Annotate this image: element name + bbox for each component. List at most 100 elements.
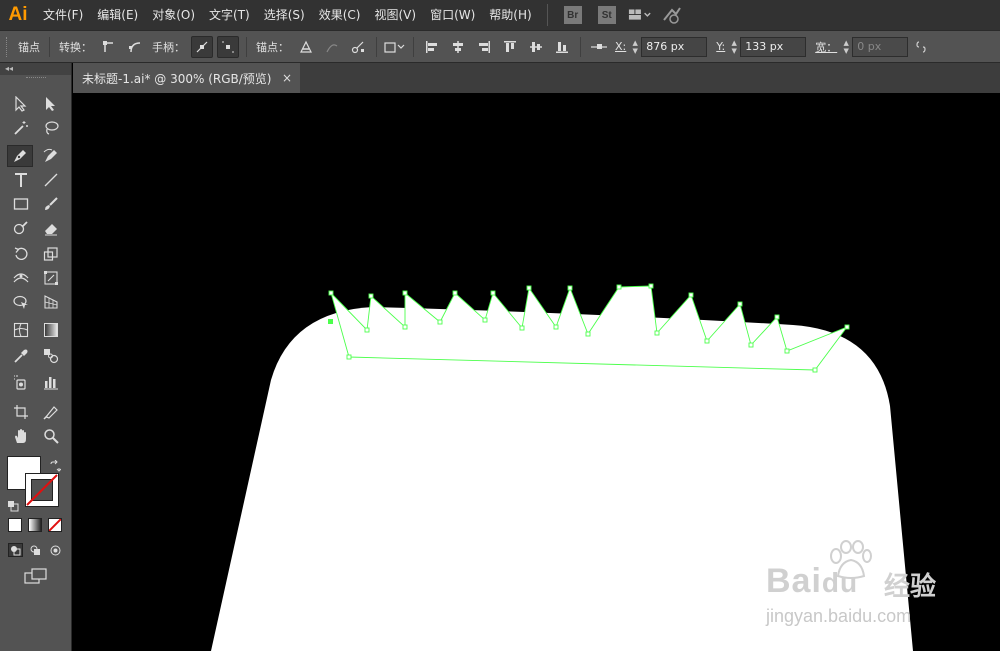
connect-anchor-icon[interactable] xyxy=(321,36,343,58)
close-tab-icon[interactable]: × xyxy=(282,71,292,85)
blend-tool-icon[interactable] xyxy=(38,345,64,367)
swap-fill-stroke-icon[interactable] xyxy=(49,457,62,476)
document-tab-title: 未标题-1.ai* @ 300% (RGB/预览) xyxy=(82,71,272,86)
magic-wand-tool-icon[interactable] xyxy=(8,117,34,139)
divider xyxy=(413,36,414,57)
align-right-icon[interactable] xyxy=(473,36,495,58)
change-screen-mode-icon[interactable] xyxy=(24,568,48,588)
eyedropper-tool-icon[interactable] xyxy=(8,345,34,367)
rectangle-tool-icon[interactable] xyxy=(8,193,34,215)
free-transform-tool-icon[interactable] xyxy=(38,267,64,289)
cut-path-icon[interactable] xyxy=(347,36,369,58)
default-colors-icon[interactable] xyxy=(7,497,19,516)
draw-inside-icon[interactable] xyxy=(48,543,63,557)
mesh-tool-icon[interactable] xyxy=(8,319,34,341)
line-segment-tool-icon[interactable] xyxy=(38,169,64,191)
scale-tool-icon[interactable] xyxy=(38,243,64,265)
watermark-brand: Baidu xyxy=(766,562,858,601)
lasso-tool-icon[interactable] xyxy=(38,117,64,139)
rotate-tool-icon[interactable] xyxy=(8,243,34,265)
anchor-label: 锚点 xyxy=(18,40,40,54)
workspace-layout-icon[interactable] xyxy=(628,4,652,26)
gradient-mode-button[interactable] xyxy=(28,518,42,532)
document-tab[interactable]: 未标题-1.ai* @ 300% (RGB/预览) × xyxy=(73,63,300,93)
x-stepper-icon[interactable]: ▲ ▼ xyxy=(629,37,641,57)
menu-type[interactable]: 文字(T) xyxy=(202,0,257,30)
watermark-jingyan: 经验 xyxy=(884,572,937,602)
menu-select[interactable]: 选择(S) xyxy=(257,0,312,30)
symbol-sprayer-tool-icon[interactable] xyxy=(8,371,34,393)
menu-bar: Ai 文件(F) 编辑(E) 对象(O) 文字(T) 选择(S) 效果(C) 视… xyxy=(0,0,1000,30)
shape-builder-tool-icon[interactable] xyxy=(8,291,34,313)
convert-label: 转换： xyxy=(59,40,92,54)
x-label: X: xyxy=(615,40,627,53)
align-middle-icon[interactable] xyxy=(525,36,547,58)
curvature-tool-icon[interactable] xyxy=(38,145,64,167)
selection-tool-icon[interactable] xyxy=(8,93,34,115)
shaper-tool-icon[interactable] xyxy=(8,217,34,239)
gradient-tool-icon[interactable] xyxy=(38,319,64,341)
watermark-brand-bai: Bai xyxy=(766,562,822,600)
app-logo: Ai xyxy=(8,4,28,25)
divider xyxy=(376,36,377,57)
divider xyxy=(246,36,247,57)
color-mode-button[interactable] xyxy=(8,518,22,532)
slice-tool-icon[interactable] xyxy=(38,401,64,423)
isolate-object-icon[interactable] xyxy=(384,36,406,58)
eraser-tool-icon[interactable] xyxy=(38,217,64,239)
stroke-swatch[interactable] xyxy=(25,473,59,507)
menu-edit[interactable]: 编辑(E) xyxy=(90,0,145,30)
width-stepper-icon[interactable]: ▲ ▼ xyxy=(840,37,852,57)
control-bar-grip[interactable] xyxy=(6,36,10,57)
draw-normal-icon[interactable] xyxy=(8,543,23,557)
remove-anchor-icon[interactable] xyxy=(295,36,317,58)
type-tool-icon[interactable] xyxy=(8,169,34,191)
control-bar: 锚点 转换： 手柄： 锚点： X: ▲ ▼ 876 px Y: ▲ ▼ 133 … xyxy=(0,30,1000,63)
width-input[interactable] xyxy=(852,36,909,57)
column-graph-tool-icon[interactable] xyxy=(38,371,64,393)
paintbrush-tool-icon[interactable] xyxy=(38,193,64,215)
artboard-tool-icon[interactable] xyxy=(8,401,34,423)
convert-to-smooth-icon[interactable] xyxy=(124,36,146,58)
bridge-button[interactable]: Br xyxy=(563,6,582,24)
draw-behind-icon[interactable] xyxy=(28,543,43,557)
perspective-grid-tool-icon[interactable] xyxy=(38,291,64,313)
width-label: 宽： xyxy=(815,40,838,54)
hand-tool-icon[interactable] xyxy=(8,425,34,447)
tools-panel: ◂◂ xyxy=(0,63,72,651)
menu-view[interactable]: 视图(V) xyxy=(367,0,423,30)
menu-help[interactable]: 帮助(H) xyxy=(482,0,538,30)
menu-file[interactable]: 文件(F) xyxy=(36,0,90,30)
watermark-url: jingyan.baidu.com xyxy=(766,606,912,626)
align-left-icon[interactable] xyxy=(421,36,443,58)
anchors-label: 锚点： xyxy=(256,40,289,54)
y-label: Y: xyxy=(716,40,726,53)
x-position-input[interactable] xyxy=(641,36,708,57)
menu-effect[interactable]: 效果(C) xyxy=(312,0,368,30)
hide-handles-icon[interactable] xyxy=(217,35,239,58)
menu-divider xyxy=(546,4,548,26)
menu-object[interactable]: 对象(O) xyxy=(145,0,202,30)
none-mode-button[interactable] xyxy=(48,518,62,532)
reference-point-icon[interactable] xyxy=(588,36,610,58)
pen-tool-icon[interactable] xyxy=(7,145,33,167)
align-center-icon[interactable] xyxy=(447,36,469,58)
tools-panel-collapse[interactable]: ◂◂ xyxy=(0,63,71,75)
y-position-input[interactable] xyxy=(740,36,807,57)
selected-anchor xyxy=(328,319,333,324)
width-tool-icon[interactable] xyxy=(8,267,34,289)
convert-to-corner-icon[interactable] xyxy=(98,36,120,58)
y-stepper-icon[interactable]: ▲ ▼ xyxy=(728,37,740,57)
stock-button[interactable]: St xyxy=(597,6,616,24)
gpu-performance-icon[interactable] xyxy=(660,4,684,26)
direct-selection-tool-icon[interactable] xyxy=(38,93,64,115)
show-handles-icon[interactable] xyxy=(191,35,213,58)
align-bottom-icon[interactable] xyxy=(551,36,573,58)
menu-window[interactable]: 窗口(W) xyxy=(423,0,482,30)
constrain-proportions-icon[interactable] xyxy=(910,36,932,58)
zoom-tool-icon[interactable] xyxy=(38,425,64,447)
document-tab-bar: 未标题-1.ai* @ 300% (RGB/预览) × xyxy=(73,63,1000,93)
tools-panel-grip[interactable] xyxy=(25,77,46,80)
illustrator-window: Ai 文件(F) 编辑(E) 对象(O) 文字(T) 选择(S) 效果(C) 视… xyxy=(0,0,1000,651)
align-top-icon[interactable] xyxy=(499,36,521,58)
